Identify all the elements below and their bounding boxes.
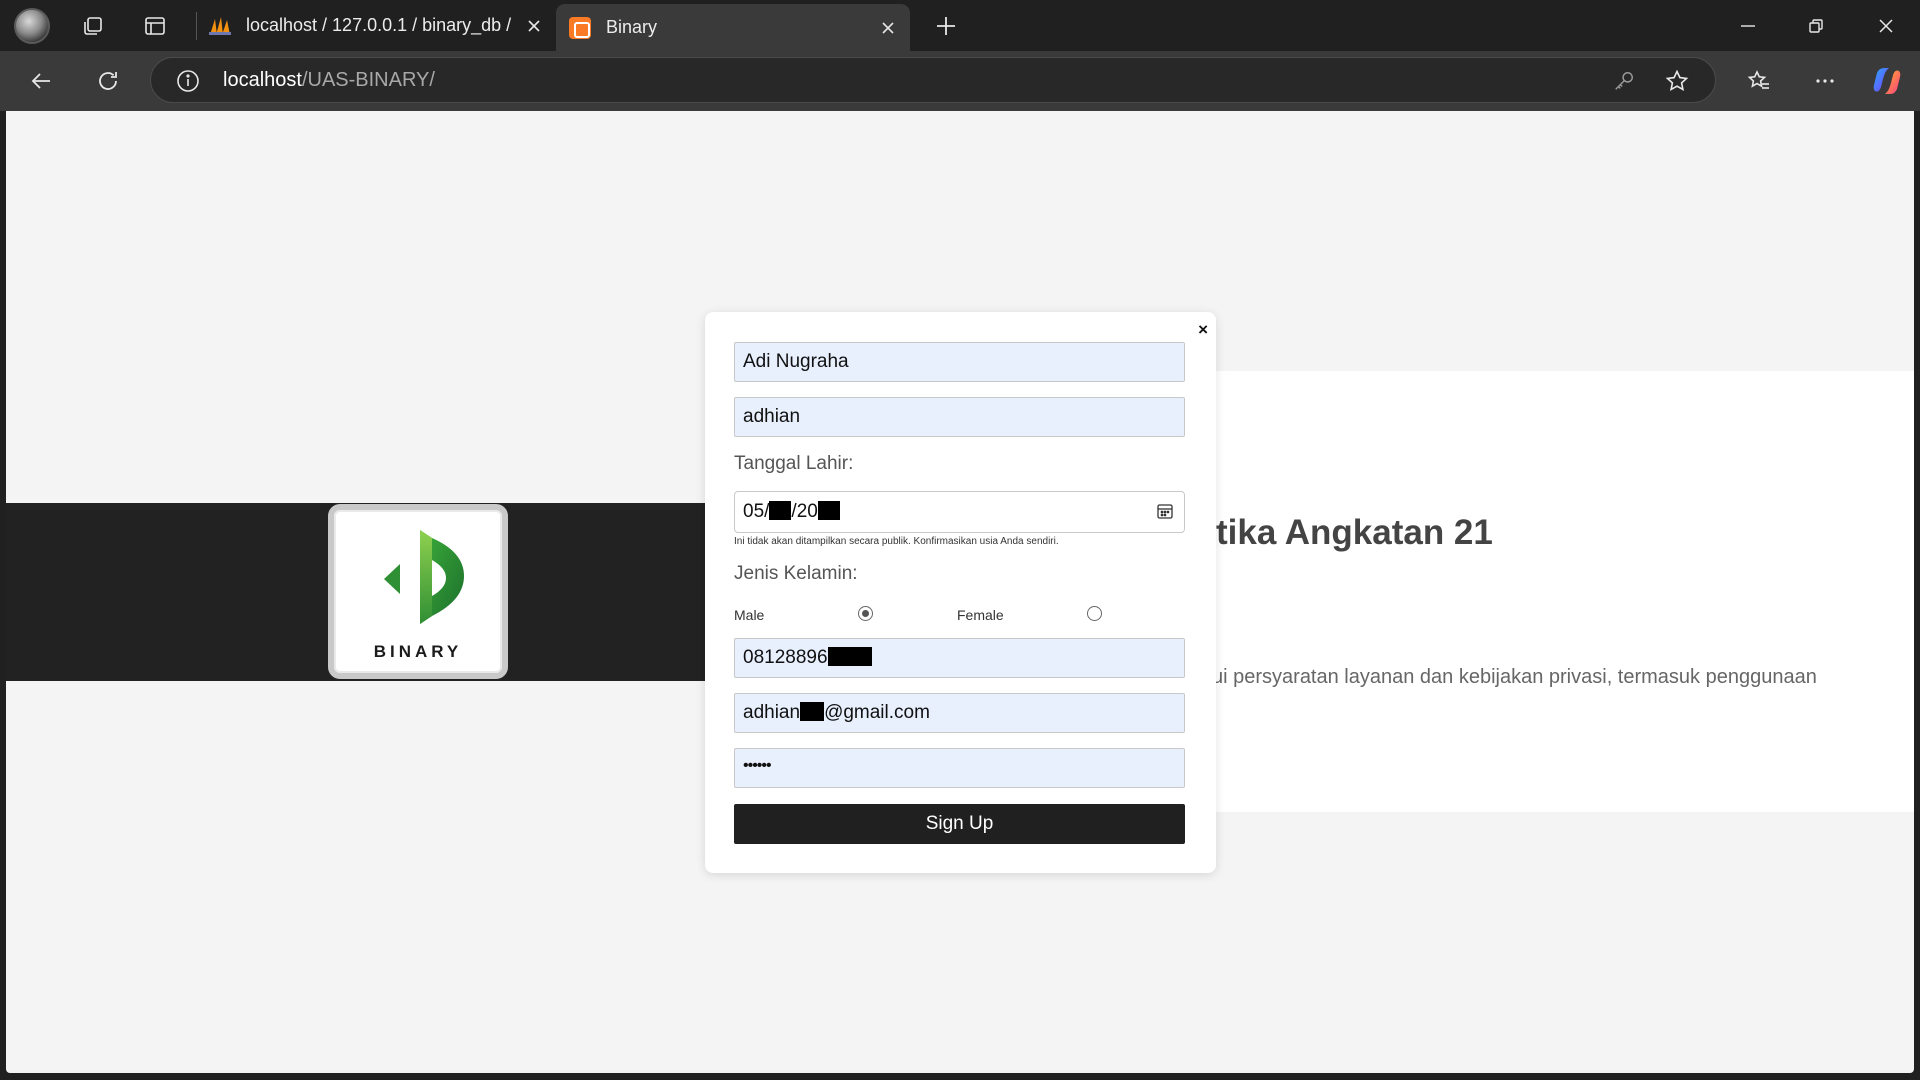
site-info-icon[interactable]: [175, 68, 201, 94]
redacted-block: [769, 501, 792, 520]
gender-female-radio[interactable]: [1087, 606, 1102, 621]
workspaces-icon[interactable]: [78, 12, 108, 40]
browser-toolbar: localhost/UAS-BINARY/: [0, 51, 1920, 111]
sign-up-button[interactable]: Sign Up: [734, 804, 1185, 844]
favorites-icon[interactable]: [1744, 66, 1774, 96]
email-input[interactable]: adhian @gmail.com: [734, 693, 1185, 733]
url-text: localhost/UAS-BINARY/: [223, 69, 435, 91]
birth-date-month: 05/: [743, 501, 770, 522]
birth-date-input[interactable]: 05/ /20: [734, 491, 1185, 533]
copilot-icon[interactable]: [1870, 64, 1904, 98]
modal-close-icon[interactable]: ×: [1198, 320, 1208, 340]
password-input[interactable]: ••••••: [734, 748, 1185, 788]
redacted-block: [800, 702, 825, 721]
full-name-input[interactable]: Adi Nugraha: [734, 342, 1185, 382]
birth-date-label: Tanggal Lahir:: [734, 453, 854, 474]
gender-female-label: Female: [957, 607, 1004, 623]
close-tab-icon[interactable]: [522, 14, 546, 38]
tab-binary[interactable]: Binary: [556, 4, 910, 51]
binary-logo-mark-icon: [384, 530, 464, 624]
reload-icon[interactable]: [93, 66, 123, 96]
address-bar[interactable]: localhost/UAS-BINARY/: [150, 57, 1716, 103]
redacted-block: [827, 647, 872, 666]
favorite-star-icon[interactable]: [1664, 68, 1690, 94]
binary-logo: BINARY: [328, 504, 508, 679]
close-tab-icon[interactable]: [876, 16, 900, 40]
phone-value: 08128896: [743, 647, 828, 668]
page-paragraph: ui persyaratan layanan dan kebijakan pri…: [1212, 666, 1817, 688]
more-menu-icon[interactable]: [1810, 66, 1840, 96]
gender-male-label: Male: [734, 607, 765, 623]
page-viewport: BINARY tika Angkatan 21 ui persyaratan l…: [6, 111, 1914, 1073]
tab-phpmyadmin[interactable]: localhost / 127.0.0.1 / binary_db /: [196, 4, 556, 47]
gender-male-radio[interactable]: [858, 606, 873, 621]
birth-date-year-prefix: /20: [791, 501, 818, 522]
logo-wordmark: BINARY: [373, 642, 463, 661]
username-input[interactable]: adhian: [734, 397, 1185, 437]
gender-label: Jenis Kelamin:: [734, 563, 858, 584]
email-suffix: @gmail.com: [824, 702, 930, 723]
tab-title: localhost / 127.0.0.1 / binary_db /: [246, 15, 512, 35]
signup-modal: × Adi Nugraha adhian Tanggal Lahir: 05/ /…: [705, 312, 1216, 873]
close-window-icon[interactable]: [1874, 12, 1898, 40]
new-tab-icon[interactable]: [932, 12, 960, 40]
birth-date-hint: Ini tidak akan ditampilkan secara publik…: [734, 536, 1059, 547]
redacted-block: [817, 501, 840, 520]
email-prefix: adhian: [743, 702, 801, 723]
calendar-icon[interactable]: [1156, 502, 1174, 526]
tab-title: Binary: [606, 17, 658, 37]
page-heading: tika Angkatan 21: [1216, 513, 1493, 552]
password-key-icon[interactable]: [1611, 68, 1637, 94]
phpmyadmin-icon: [208, 14, 232, 38]
content-panel: [1106, 371, 1914, 812]
browser-tab-bar: localhost / 127.0.0.1 / binary_db / Bina…: [0, 0, 1920, 51]
back-icon[interactable]: [26, 66, 56, 96]
profile-avatar[interactable]: [14, 8, 50, 44]
phone-input[interactable]: 08128896: [734, 638, 1185, 678]
minimize-icon[interactable]: [1736, 12, 1760, 40]
restore-icon[interactable]: [1804, 12, 1828, 40]
xampp-icon: [568, 16, 592, 40]
tab-actions-icon[interactable]: [140, 12, 170, 40]
